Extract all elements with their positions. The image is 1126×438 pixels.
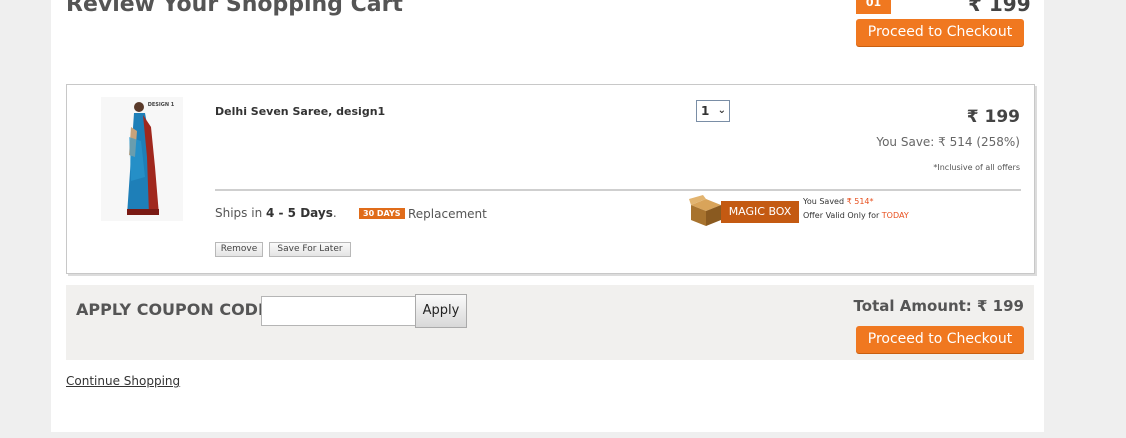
saved-amount: ₹ 514* (846, 197, 874, 206)
chevron-down-icon: ⌄ (717, 105, 726, 116)
cart-item: DESIGN 1 Delhi Seven Saree, design1 1 ⌄ … (66, 84, 1035, 274)
inclusive-note: *Inclusive of all offers (933, 163, 1020, 172)
offer-today: TODAY (881, 211, 909, 220)
coupon-label: APPLY COUPON CODE (76, 300, 269, 319)
box-icon (689, 195, 721, 226)
saree-image: DESIGN 1 (101, 97, 183, 221)
quantity-value: 1 (701, 104, 710, 118)
checkout-button-bottom[interactable]: Proceed to Checkout (856, 326, 1024, 353)
divider (215, 189, 1021, 191)
coupon-input[interactable] (261, 296, 416, 326)
quantity-select[interactable]: 1 ⌄ (696, 100, 730, 122)
thumb-label: DESIGN 1 (148, 102, 175, 108)
replacement-text: Replacement (408, 207, 487, 221)
product-name[interactable]: Delhi Seven Saree, design1 (215, 105, 385, 118)
page-title: Review Your Shopping Cart (66, 0, 403, 17)
magic-box-banner: MAGIC BOX (689, 195, 799, 227)
shipping-days: 4 - 5 Days (266, 206, 333, 220)
remove-button[interactable]: Remove (215, 242, 263, 257)
header-total: ₹ 199 (968, 0, 1031, 16)
item-price: ₹ 199 (966, 107, 1020, 127)
continue-shopping-link[interactable]: Continue Shopping (66, 374, 180, 388)
checkout-button-top[interactable]: Proceed to Checkout (856, 19, 1024, 46)
cart-count-badge: 01 (856, 0, 891, 14)
save-for-later-button[interactable]: Save For Later (269, 242, 351, 257)
apply-coupon-button[interactable]: Apply (415, 294, 467, 328)
replacement-badge: 30 DAYS (359, 208, 405, 219)
saved-info: You Saved ₹ 514* Offer Valid Only for TO… (803, 197, 909, 220)
total-amount: Total Amount: ₹ 199 (853, 297, 1024, 315)
product-thumbnail[interactable]: DESIGN 1 (101, 97, 183, 221)
you-save-text: You Save: ₹ 514 (258%) (876, 135, 1020, 149)
shipping-info: Ships in 4 - 5 Days. (215, 206, 337, 220)
magic-box-label: MAGIC BOX (721, 201, 799, 223)
